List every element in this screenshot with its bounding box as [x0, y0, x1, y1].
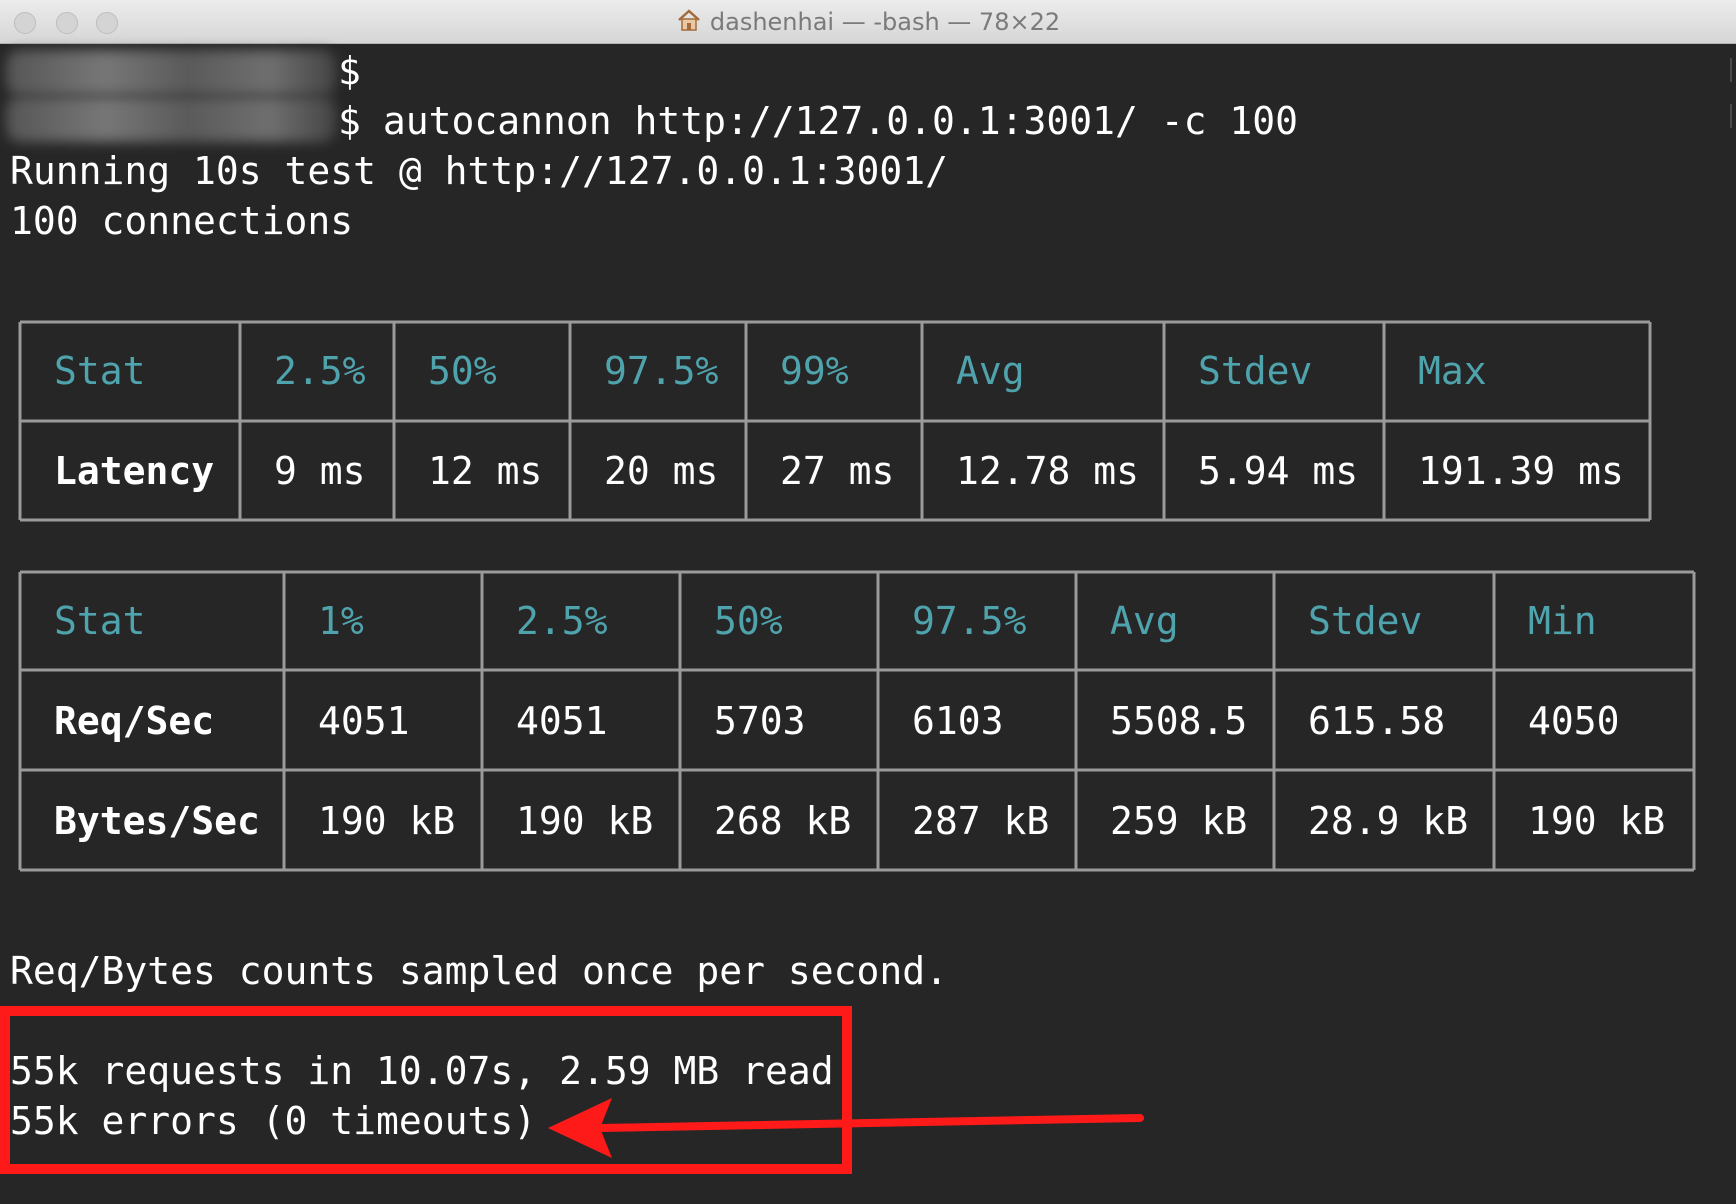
annotation-arrow-icon: [548, 1098, 1144, 1158]
